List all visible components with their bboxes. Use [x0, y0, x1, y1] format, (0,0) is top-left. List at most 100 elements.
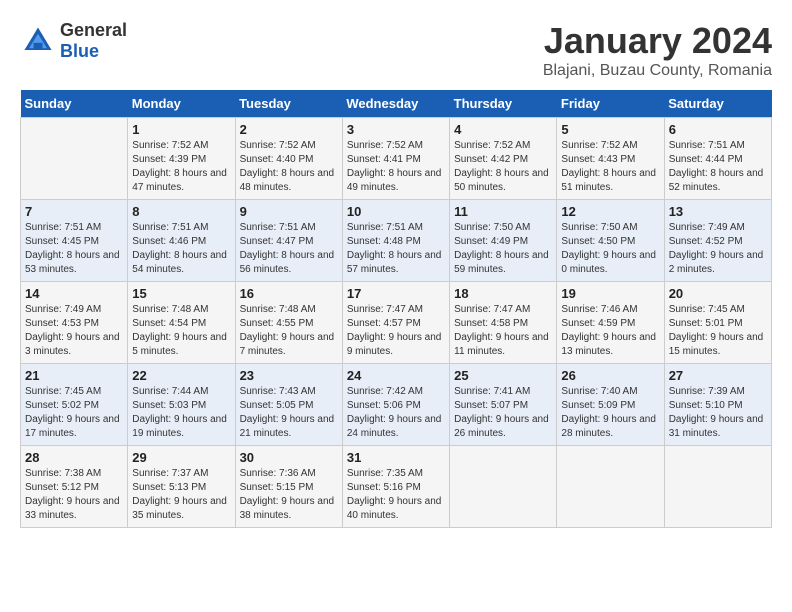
day-info: Sunrise: 7:47 AM Sunset: 4:57 PM Dayligh… — [347, 303, 445, 359]
page-header: General Blue January 2024 Blajani, Buzau… — [20, 20, 772, 80]
day-info: Sunrise: 7:44 AM Sunset: 5:03 PM Dayligh… — [132, 385, 230, 441]
day-number: 13 — [669, 204, 767, 219]
day-info: Sunrise: 7:51 AM Sunset: 4:44 PM Dayligh… — [669, 139, 767, 195]
calendar-cell — [557, 446, 664, 528]
calendar-cell: 24Sunrise: 7:42 AM Sunset: 5:06 PM Dayli… — [342, 364, 449, 446]
calendar-cell: 9 Sunrise: 7:51 AM Sunset: 4:47 PM Daylig… — [235, 200, 342, 282]
day-number: 2 — [240, 122, 338, 137]
calendar-cell: 17Sunrise: 7:47 AM Sunset: 4:57 PM Dayli… — [342, 282, 449, 364]
day-info: Sunrise: 7:40 AM Sunset: 5:09 PM Dayligh… — [561, 385, 659, 441]
calendar-week-row: 28Sunrise: 7:38 AM Sunset: 5:12 PM Dayli… — [21, 446, 772, 528]
day-info: Sunrise: 7:43 AM Sunset: 5:05 PM Dayligh… — [240, 385, 338, 441]
day-number: 22 — [132, 368, 230, 383]
day-number: 10 — [347, 204, 445, 219]
day-number: 4 — [454, 122, 552, 137]
day-info: Sunrise: 7:49 AM Sunset: 4:53 PM Dayligh… — [25, 303, 123, 359]
day-number: 12 — [561, 204, 659, 219]
day-info: Sunrise: 7:49 AM Sunset: 4:52 PM Dayligh… — [669, 221, 767, 277]
logo-general: General — [60, 20, 127, 41]
calendar-cell — [450, 446, 557, 528]
day-info: Sunrise: 7:35 AM Sunset: 5:16 PM Dayligh… — [347, 467, 445, 523]
calendar-cell: 29Sunrise: 7:37 AM Sunset: 5:13 PM Dayli… — [128, 446, 235, 528]
calendar-cell: 6 Sunrise: 7:51 AM Sunset: 4:44 PM Daylig… — [664, 118, 771, 200]
day-number: 15 — [132, 286, 230, 301]
calendar-cell: 12 Sunrise: 7:50 AM Sunset: 4:50 PM Dayli… — [557, 200, 664, 282]
day-info: Sunrise: 7:52 AM Sunset: 4:42 PM Dayligh… — [454, 139, 552, 195]
day-number: 27 — [669, 368, 767, 383]
day-number: 21 — [25, 368, 123, 383]
day-number: 3 — [347, 122, 445, 137]
day-info: Sunrise: 7:51 AM Sunset: 4:46 PM Dayligh… — [132, 221, 230, 277]
day-number: 19 — [561, 286, 659, 301]
calendar-cell: 8 Sunrise: 7:51 AM Sunset: 4:46 PM Daylig… — [128, 200, 235, 282]
day-info: Sunrise: 7:52 AM Sunset: 4:39 PM Dayligh… — [132, 139, 230, 195]
day-info: Sunrise: 7:50 AM Sunset: 4:49 PM Dayligh… — [454, 221, 552, 277]
calendar-cell: 27 Sunrise: 7:39 AM Sunset: 5:10 PM Dayli… — [664, 364, 771, 446]
day-number: 25 — [454, 368, 552, 383]
calendar-cell: 10 Sunrise: 7:51 AM Sunset: 4:48 PM Dayli… — [342, 200, 449, 282]
calendar-cell: 31 Sunrise: 7:35 AM Sunset: 5:16 PM Dayli… — [342, 446, 449, 528]
day-info: Sunrise: 7:51 AM Sunset: 4:45 PM Dayligh… — [25, 221, 123, 277]
day-number: 16 — [240, 286, 338, 301]
calendar-week-row: 21Sunrise: 7:45 AM Sunset: 5:02 PM Dayli… — [21, 364, 772, 446]
calendar-cell: 18 Sunrise: 7:47 AM Sunset: 4:58 PM Dayli… — [450, 282, 557, 364]
day-number: 5 — [561, 122, 659, 137]
calendar-header: SundayMondayTuesdayWednesdayThursdayFrid… — [21, 90, 772, 118]
calendar-table: SundayMondayTuesdayWednesdayThursdayFrid… — [20, 90, 772, 528]
calendar-cell: 23 Sunrise: 7:43 AM Sunset: 5:05 PM Dayli… — [235, 364, 342, 446]
day-info: Sunrise: 7:45 AM Sunset: 5:01 PM Dayligh… — [669, 303, 767, 359]
day-number: 6 — [669, 122, 767, 137]
day-number: 31 — [347, 450, 445, 465]
calendar-cell: 15 Sunrise: 7:48 AM Sunset: 4:54 PM Dayli… — [128, 282, 235, 364]
logo-icon — [20, 23, 56, 59]
day-info: Sunrise: 7:52 AM Sunset: 4:43 PM Dayligh… — [561, 139, 659, 195]
logo-blue-text: Blue — [60, 41, 127, 62]
day-number: 18 — [454, 286, 552, 301]
calendar-week-row: 14Sunrise: 7:49 AM Sunset: 4:53 PM Dayli… — [21, 282, 772, 364]
calendar-cell: 21Sunrise: 7:45 AM Sunset: 5:02 PM Dayli… — [21, 364, 128, 446]
calendar-body: 1 Sunrise: 7:52 AM Sunset: 4:39 PM Daylig… — [21, 118, 772, 528]
day-number: 30 — [240, 450, 338, 465]
calendar-cell: 16Sunrise: 7:48 AM Sunset: 4:55 PM Dayli… — [235, 282, 342, 364]
calendar-cell: 2 Sunrise: 7:52 AM Sunset: 4:40 PM Daylig… — [235, 118, 342, 200]
day-info: Sunrise: 7:37 AM Sunset: 5:13 PM Dayligh… — [132, 467, 230, 523]
day-number: 23 — [240, 368, 338, 383]
calendar-cell: 25 Sunrise: 7:41 AM Sunset: 5:07 PM Dayli… — [450, 364, 557, 446]
day-info: Sunrise: 7:48 AM Sunset: 4:54 PM Dayligh… — [132, 303, 230, 359]
weekday-header: Saturday — [664, 90, 771, 118]
day-info: Sunrise: 7:39 AM Sunset: 5:10 PM Dayligh… — [669, 385, 767, 441]
calendar-cell: 4 Sunrise: 7:52 AM Sunset: 4:42 PM Daylig… — [450, 118, 557, 200]
calendar-week-row: 7Sunrise: 7:51 AM Sunset: 4:45 PM Daylig… — [21, 200, 772, 282]
calendar-week-row: 1 Sunrise: 7:52 AM Sunset: 4:39 PM Daylig… — [21, 118, 772, 200]
calendar-cell — [21, 118, 128, 200]
day-number: 11 — [454, 204, 552, 219]
day-info: Sunrise: 7:41 AM Sunset: 5:07 PM Dayligh… — [454, 385, 552, 441]
calendar-cell: 5 Sunrise: 7:52 AM Sunset: 4:43 PM Daylig… — [557, 118, 664, 200]
day-info: Sunrise: 7:38 AM Sunset: 5:12 PM Dayligh… — [25, 467, 123, 523]
calendar-cell: 1 Sunrise: 7:52 AM Sunset: 4:39 PM Daylig… — [128, 118, 235, 200]
day-info: Sunrise: 7:50 AM Sunset: 4:50 PM Dayligh… — [561, 221, 659, 277]
day-number: 9 — [240, 204, 338, 219]
day-info: Sunrise: 7:51 AM Sunset: 4:48 PM Dayligh… — [347, 221, 445, 277]
calendar-cell: 19Sunrise: 7:46 AM Sunset: 4:59 PM Dayli… — [557, 282, 664, 364]
day-info: Sunrise: 7:51 AM Sunset: 4:47 PM Dayligh… — [240, 221, 338, 277]
logo: General Blue — [20, 20, 127, 62]
calendar-cell: 28Sunrise: 7:38 AM Sunset: 5:12 PM Dayli… — [21, 446, 128, 528]
day-info: Sunrise: 7:52 AM Sunset: 4:41 PM Dayligh… — [347, 139, 445, 195]
day-info: Sunrise: 7:42 AM Sunset: 5:06 PM Dayligh… — [347, 385, 445, 441]
day-number: 1 — [132, 122, 230, 137]
location: Blajani, Buzau County, Romania — [543, 62, 772, 80]
day-info: Sunrise: 7:36 AM Sunset: 5:15 PM Dayligh… — [240, 467, 338, 523]
calendar-cell: 26 Sunrise: 7:40 AM Sunset: 5:09 PM Dayli… — [557, 364, 664, 446]
day-number: 8 — [132, 204, 230, 219]
calendar-cell: 13 Sunrise: 7:49 AM Sunset: 4:52 PM Dayli… — [664, 200, 771, 282]
weekday-row: SundayMondayTuesdayWednesdayThursdayFrid… — [21, 90, 772, 118]
day-info: Sunrise: 7:47 AM Sunset: 4:58 PM Dayligh… — [454, 303, 552, 359]
calendar-cell: 7Sunrise: 7:51 AM Sunset: 4:45 PM Daylig… — [21, 200, 128, 282]
day-info: Sunrise: 7:52 AM Sunset: 4:40 PM Dayligh… — [240, 139, 338, 195]
weekday-header: Monday — [128, 90, 235, 118]
day-number: 26 — [561, 368, 659, 383]
calendar-cell: 30 Sunrise: 7:36 AM Sunset: 5:15 PM Dayli… — [235, 446, 342, 528]
calendar-cell: 22 Sunrise: 7:44 AM Sunset: 5:03 PM Dayli… — [128, 364, 235, 446]
weekday-header: Sunday — [21, 90, 128, 118]
